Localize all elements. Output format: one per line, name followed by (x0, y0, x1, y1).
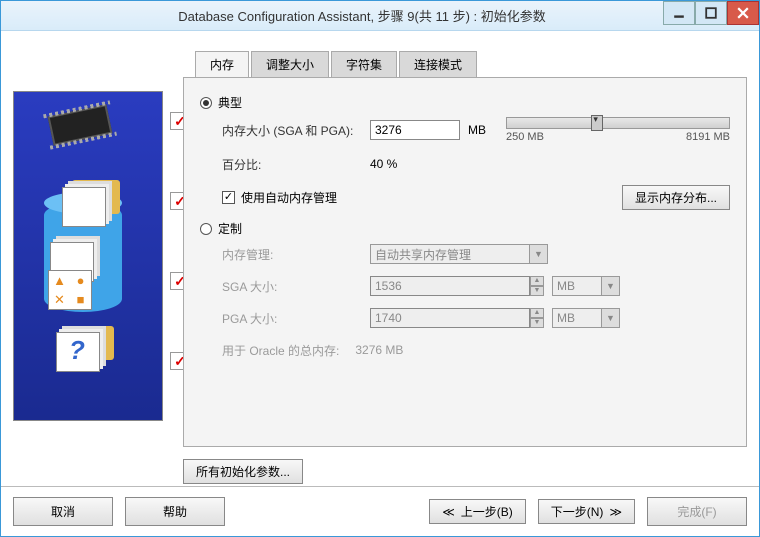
back-button-label: 上一步(B) (461, 503, 513, 520)
chevron-right-icon: ≫ (609, 505, 622, 519)
chevron-down-icon: ▼ (602, 308, 620, 328)
minimize-button[interactable] (663, 1, 695, 25)
memory-size-slider[interactable] (506, 117, 730, 129)
radio-custom[interactable] (200, 223, 212, 235)
spinner-up-icon: ▲ (530, 276, 544, 286)
show-memory-distribution-button[interactable]: 显示内存分布... (622, 185, 730, 210)
chevron-left-icon: ≪ (442, 505, 455, 519)
total-memory-value: 3276 MB (355, 343, 403, 357)
slider-thumb[interactable] (591, 115, 603, 131)
sga-size-input (370, 276, 530, 296)
shapes-icon: ▲●✕■ (48, 270, 92, 310)
memory-management-value: 自动共享内存管理 (370, 244, 530, 264)
radio-typical[interactable] (200, 97, 212, 109)
memory-size-unit: MB (468, 123, 498, 137)
tab-panel-memory: 典型 内存大小 (SGA 和 PGA): MB 250 MB (183, 77, 747, 447)
radio-custom-row[interactable]: 定制 (200, 220, 730, 237)
auto-memory-checkbox[interactable] (222, 191, 235, 204)
chip-icon (48, 104, 113, 146)
tab-sizing[interactable]: 调整大小 (251, 51, 329, 77)
maximize-button[interactable] (695, 1, 727, 25)
percent-label: 百分比: (222, 156, 362, 173)
memory-size-input[interactable] (370, 120, 460, 140)
memory-management-select: 自动共享内存管理 ▼ (370, 244, 548, 264)
next-button-label: 下一步(N) (551, 503, 604, 520)
tab-connection-mode[interactable]: 连接模式 (399, 51, 477, 77)
tab-charset[interactable]: 字符集 (331, 51, 397, 77)
tab-memory[interactable]: 内存 (195, 51, 249, 77)
spinner-down-icon: ▼ (530, 286, 544, 296)
titlebar: Database Configuration Assistant, 步骤 9(共… (1, 1, 759, 31)
sga-unit-select: MB ▼ (552, 276, 620, 296)
percent-value: 40 % (370, 157, 397, 171)
pga-size-label: PGA 大小: (222, 310, 362, 327)
help-button[interactable]: 帮助 (125, 497, 225, 526)
sga-unit-value: MB (552, 276, 602, 296)
app-window: Database Configuration Assistant, 步骤 9(共… (0, 0, 760, 537)
next-button[interactable]: 下一步(N) ≫ (538, 499, 635, 524)
spinner-down-icon: ▼ (530, 318, 544, 328)
slider-min-label: 250 MB (506, 131, 544, 143)
slider-max-label: 8191 MB (686, 131, 730, 143)
sga-size-label: SGA 大小: (222, 278, 362, 295)
all-init-params-button[interactable]: 所有初始化参数... (183, 459, 303, 484)
chevron-down-icon: ▼ (602, 276, 620, 296)
cancel-button[interactable]: 取消 (13, 497, 113, 526)
pga-unit-select: MB ▼ (552, 308, 620, 328)
pga-unit-value: MB (552, 308, 602, 328)
spinner-up-icon: ▲ (530, 308, 544, 318)
chevron-down-icon: ▼ (530, 244, 548, 264)
radio-typical-label: 典型 (218, 94, 242, 111)
memory-management-label: 内存管理: (222, 246, 362, 263)
finish-button: 完成(F) (647, 497, 747, 526)
total-memory-label: 用于 Oracle 的总内存: (222, 342, 339, 359)
papers-question-icon (56, 332, 100, 372)
window-title: Database Configuration Assistant, 步骤 9(共… (61, 6, 663, 25)
close-button[interactable] (727, 1, 759, 25)
radio-custom-label: 定制 (218, 220, 242, 237)
memory-size-label: 内存大小 (SGA 和 PGA): (222, 122, 362, 139)
pga-size-input (370, 308, 530, 328)
tab-strip: 内存 调整大小 字符集 连接模式 (195, 51, 747, 77)
wizard-footer: 取消 帮助 ≪ 上一步(B) 下一步(N) ≫ 完成(F) (1, 486, 759, 536)
back-button[interactable]: ≪ 上一步(B) (429, 499, 526, 524)
radio-typical-row[interactable]: 典型 (200, 94, 730, 111)
auto-memory-label: 使用自动内存管理 (241, 189, 337, 206)
papers-icon (62, 187, 106, 227)
wizard-sidebar-image: ▲●✕■ (13, 91, 163, 421)
